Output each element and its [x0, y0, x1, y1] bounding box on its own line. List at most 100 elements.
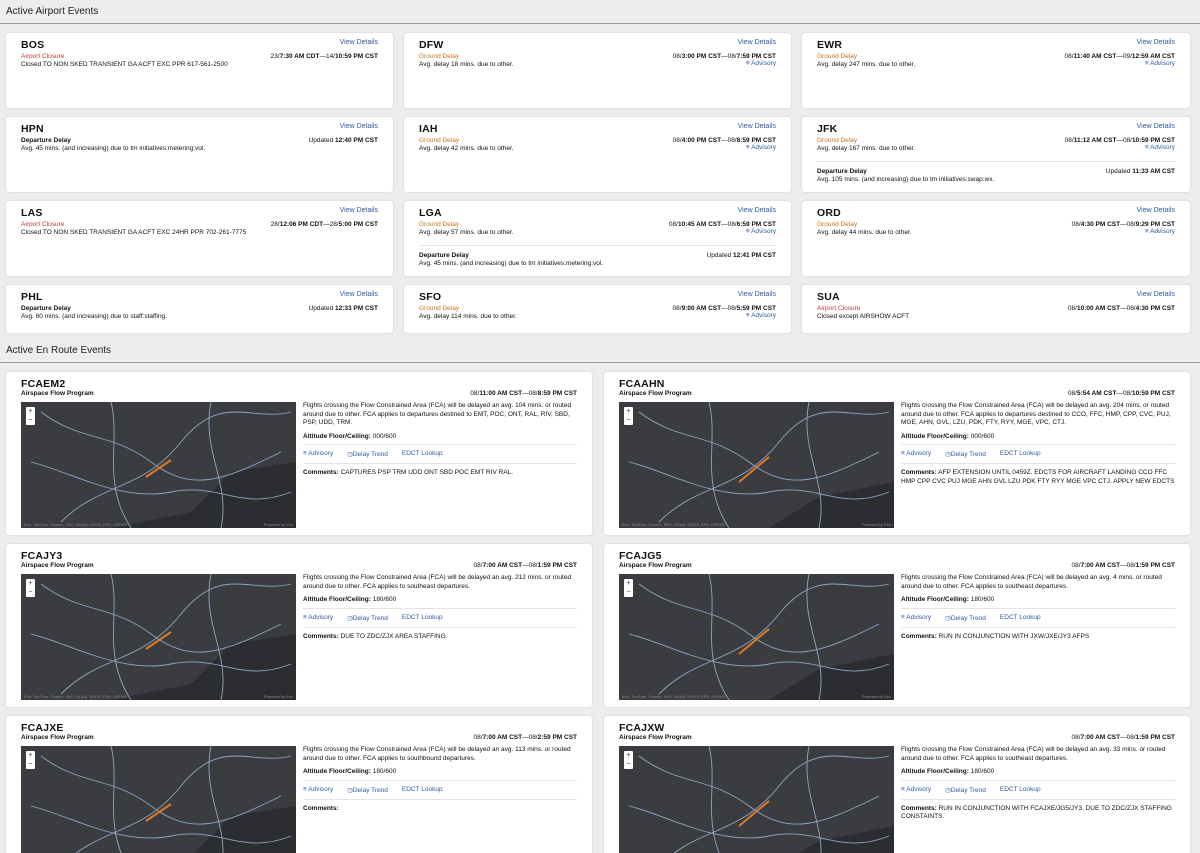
airport-code: ORD	[817, 207, 841, 219]
advisory-link[interactable]: ≡ Advisory	[673, 60, 776, 67]
event-description: Closed TO NON SKED TRANSIENT GA ACFT EXC…	[21, 229, 247, 236]
airport-code: IAH	[419, 123, 438, 135]
map-attribution: Esri, TomTom, Garmin, FAO, NOAA, USGS, E…	[622, 522, 726, 527]
event-description: Avg. delay 247 mins. due to other.	[817, 61, 916, 68]
view-details-link[interactable]: View Details	[1137, 291, 1175, 298]
advisory-link[interactable]: ≡ Advisory	[1065, 144, 1175, 151]
airspace-map[interactable]: +− Esri, TomTom, Garmin, FAO, NOAA, USGS,…	[21, 574, 296, 700]
advisory-link[interactable]: ≡ Advisory	[673, 144, 776, 151]
view-details-link[interactable]: View Details	[738, 291, 776, 298]
view-details-link[interactable]: View Details	[340, 123, 378, 130]
airspace-map[interactable]: +−Esri, TomTom, Garmin, FAO, NOAA, USGS,…	[619, 746, 894, 853]
airspace-map-graphic	[21, 402, 296, 528]
event-time-range: 08/11:00 AM CST—08/8:59 PM CST	[470, 390, 577, 397]
altitude-floor-ceiling: Altitude Floor/Ceiling: 180/600	[901, 768, 1175, 781]
program-type: Airspace Flow Program	[21, 562, 94, 569]
event-time-range: 08/10:45 AM CST—08/6:59 PM CST	[668, 221, 776, 228]
airport-card: IAH View Details Ground Delay Avg. delay 42…	[404, 117, 791, 192]
delay-trend-link[interactable]: ◷Delay Trend	[347, 786, 388, 794]
event-type: Ground Delay	[419, 53, 460, 60]
advisory-link[interactable]: ≡ Advisory	[901, 786, 931, 794]
edct-lookup-link[interactable]: EDCT Lookup	[402, 450, 443, 458]
advisory-link[interactable]: ≡ Advisory	[901, 450, 931, 458]
map-attribution: Esri, TomTom, Garmin, FAO, NOAA, USGS, E…	[24, 522, 128, 527]
sub-event-description: Avg. 45 mins. (and increasing) due to tm…	[419, 260, 604, 267]
sub-event: Departure Delay Updated 11:33 AM CST Avg. …	[817, 161, 1175, 183]
zoom-control[interactable]: + −	[26, 579, 35, 597]
powered-by: Powered by Esri	[861, 522, 891, 527]
view-details-link[interactable]: View Details	[1137, 39, 1175, 46]
airspace-map[interactable]: +−Esri, TomTom, Garmin, FAO, NOAA, USGS,…	[619, 574, 894, 700]
advisory-link[interactable]: ≡ Advisory	[901, 614, 931, 622]
advisory-link[interactable]: ≡ Advisory	[303, 786, 333, 794]
airspace-map[interactable]: +− Esri, TomTom, Garmin, FAO, NOAA, USGS,…	[21, 402, 296, 528]
delay-trend-link[interactable]: ◷Delay Trend	[945, 450, 986, 458]
event-description: Avg. delay 44 mins. due to other.	[817, 229, 912, 236]
map-attribution: Esri, TomTom, Garmin, FAO, NOAA, USGS, E…	[24, 694, 128, 699]
updated-time: Updated 11:33 AM CST	[1105, 168, 1175, 175]
fca-code: FCAAHN	[619, 378, 665, 390]
delay-trend-link[interactable]: ◷Delay Trend	[945, 786, 986, 794]
zoom-control[interactable]: + −	[624, 579, 633, 597]
advisory-link[interactable]: ≡ Advisory	[1065, 60, 1175, 67]
airspace-map[interactable]: +−Esri, TomTom, Garmin, FAO, NOAA, USGS,…	[21, 746, 296, 853]
fca-code: FCAJY3	[21, 550, 63, 562]
altitude-floor-ceiling: Altitude Floor/Ceiling: 000/600	[901, 433, 1175, 445]
advisory-link[interactable]: ≡ Advisory	[303, 614, 333, 622]
program-type: Airspace Flow Program	[21, 734, 94, 741]
advisory-link[interactable]: ≡ Advisory	[303, 450, 333, 458]
airport-code: SUA	[817, 291, 840, 303]
view-details-link[interactable]: View Details	[738, 123, 776, 130]
delay-trend-link[interactable]: ◷Delay Trend	[347, 614, 388, 622]
advisory-link[interactable]: ≡ Advisory	[673, 312, 776, 319]
airspace-map-graphic	[619, 402, 894, 528]
event-time-range: 08/11:12 AM CST—08/10:59 PM CST	[1064, 137, 1175, 144]
fca-description: Flights crossing the Flow Constrained Ar…	[303, 402, 572, 426]
altitude-floor-ceiling: Altitude Floor/Ceiling: 180/600	[901, 596, 1175, 609]
view-details-link[interactable]: View Details	[1137, 123, 1175, 130]
event-type: Airport Closure	[21, 221, 65, 228]
event-description: Avg. delay 167 mins. due to other.	[817, 145, 916, 152]
zoom-control[interactable]: + −	[624, 751, 633, 769]
zoom-control[interactable]: + −	[624, 407, 633, 425]
edct-lookup-link[interactable]: EDCT Lookup	[402, 614, 443, 622]
altitude-floor-ceiling: Altitude Floor/Ceiling: 180/600	[303, 768, 577, 781]
altitude-floor-ceiling: Altitude Floor/Ceiling: 000/600	[303, 433, 577, 445]
event-time-range: 23/7:30 AM CDT—14/10:59 PM CST	[270, 53, 378, 60]
event-description: Avg. 45 mins. (and increasing) due to tm…	[21, 145, 206, 152]
view-details-link[interactable]: View Details	[340, 207, 378, 214]
airspace-map[interactable]: +− Esri, TomTom, Garmin, FAO, NOAA, USGS,…	[619, 402, 894, 528]
delay-trend-link[interactable]: ◷Delay Trend	[945, 614, 986, 622]
delay-trend-link[interactable]: ◷Delay Trend	[347, 450, 388, 458]
airport-code: HPN	[21, 123, 44, 135]
event-time-range: 08/9:00 AM CST—08/5:59 PM CST	[672, 305, 776, 312]
airport-card: LAS View Details Airport Closure Closed TO …	[6, 201, 393, 276]
fca-code: FCAJG5	[619, 550, 662, 562]
view-details-link[interactable]: View Details	[738, 39, 776, 46]
advisory-link[interactable]: ≡ Advisory	[669, 228, 776, 235]
program-type: Airspace Flow Program	[619, 734, 692, 741]
view-details-link[interactable]: View Details	[340, 291, 378, 298]
edct-lookup-link[interactable]: EDCT Lookup	[402, 786, 443, 794]
airport-code: SFO	[419, 291, 442, 303]
airport-code: DFW	[419, 39, 444, 51]
advisory-link[interactable]: ≡ Advisory	[1072, 228, 1175, 235]
edct-lookup-link[interactable]: EDCT Lookup	[1000, 450, 1041, 458]
view-details-link[interactable]: View Details	[340, 39, 378, 46]
airport-card: PHL View Details Departure Delay Avg. 60 mi…	[6, 285, 393, 333]
edct-lookup-link[interactable]: EDCT Lookup	[1000, 786, 1041, 794]
event-time-range: 08/7:00 AM CST—08/1:59 PM CST	[1071, 734, 1175, 741]
zoom-control[interactable]: + −	[26, 751, 35, 769]
event-type: Airport Closure	[817, 305, 861, 312]
view-details-link[interactable]: View Details	[1137, 207, 1175, 214]
airport-card: BOS View Details Airport Closure Closed TO …	[6, 33, 393, 108]
event-type: Airport Closure	[21, 53, 65, 60]
altitude-floor-ceiling: Altitude Floor/Ceiling: 180/600	[303, 596, 577, 609]
view-details-link[interactable]: View Details	[738, 207, 776, 214]
zoom-control[interactable]: + −	[26, 407, 35, 425]
airport-events-header: Active Airport Events	[0, 0, 1200, 24]
updated-time: Updated 12:41 PM CST	[706, 252, 776, 259]
comments: Comments: AFP EXTENSION UNTIL 0459Z. EDC…	[901, 469, 1175, 485]
edct-lookup-link[interactable]: EDCT Lookup	[1000, 614, 1041, 622]
airport-card: ORD View Details Ground Delay Avg. delay 44…	[802, 201, 1190, 276]
